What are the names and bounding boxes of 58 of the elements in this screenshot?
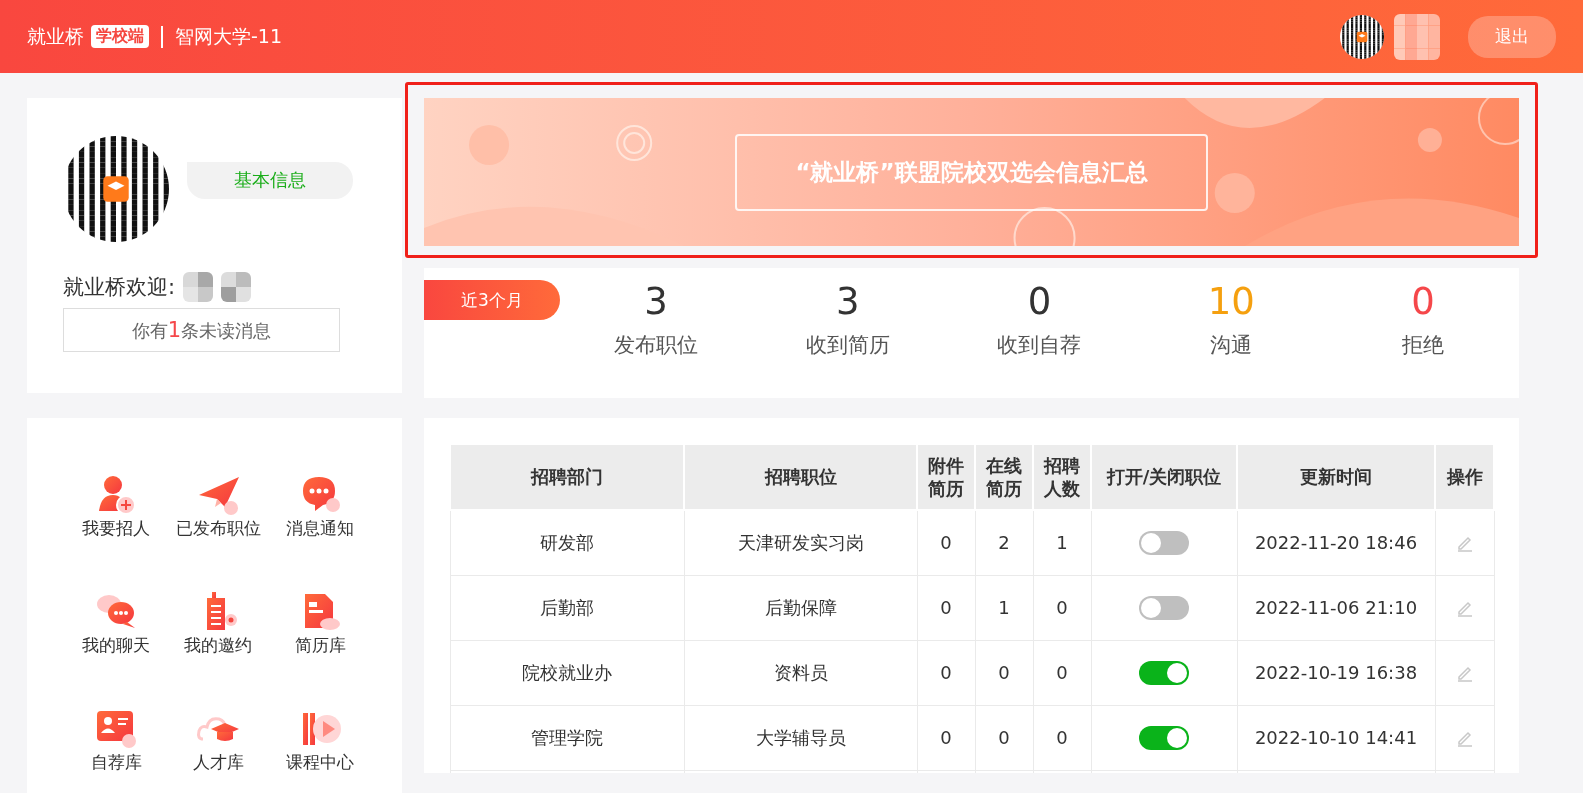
- menu-item[interactable]: 人才库: [167, 707, 269, 793]
- column-header: 操作: [1435, 444, 1494, 510]
- table-cell: 大学辅导员: [684, 705, 917, 770]
- table-cell: 2022-10-10 14:41: [1237, 705, 1435, 770]
- stat-value: 10: [1207, 280, 1255, 323]
- column-header: 更新时间: [1237, 444, 1435, 510]
- menu-item[interactable]: 消息通知: [269, 473, 371, 590]
- menu-item[interactable]: 我的邀约: [167, 590, 269, 707]
- unread-messages-link[interactable]: 你有1条未读消息: [63, 308, 340, 352]
- table-cell: 院校就业办: [450, 640, 684, 705]
- stat-label: 拒绝: [1402, 332, 1445, 359]
- table-cell: 后勤保障: [684, 575, 917, 640]
- stat-value: 3: [644, 280, 668, 323]
- stat-label: 收到简历: [805, 332, 890, 359]
- stat-value: 0: [1411, 280, 1435, 323]
- table-cell: 1: [1033, 510, 1091, 575]
- menu-item[interactable]: 已发布职位: [167, 473, 269, 590]
- table-cell: 2022-11-06 21:10: [1237, 575, 1435, 640]
- table-cell: 0: [917, 705, 975, 770]
- banner-title: “就业桥”联盟院校双选会信息汇总: [735, 133, 1208, 211]
- table-cell: 0: [917, 575, 975, 640]
- table-cell: 研发部: [450, 510, 684, 575]
- menu-item[interactable]: 自荐库: [65, 707, 167, 793]
- table-cell: 资料员: [684, 640, 917, 705]
- table-cell: 2: [975, 510, 1033, 575]
- column-header: 招聘部门: [450, 444, 684, 510]
- table-cell: 0: [1033, 705, 1091, 770]
- column-header: 附件简历: [917, 444, 975, 510]
- stat-value: 3: [835, 280, 860, 323]
- school-name: 智网大学-11: [175, 23, 283, 49]
- column-header: 招聘人数: [1033, 444, 1091, 510]
- welcome-text: 就业桥欢迎:: [63, 274, 176, 301]
- table-cell: 0: [1033, 640, 1091, 705]
- column-header: 打开/关闭职位: [1091, 444, 1237, 510]
- stat-label: 沟通: [1210, 332, 1253, 359]
- stat-value: 0: [1027, 280, 1052, 323]
- menu-item[interactable]: 课程中心: [269, 707, 371, 793]
- table-cell: 2022-11-20 18:46: [1237, 510, 1435, 575]
- table-cell: 管理学院: [450, 705, 684, 770]
- role-badge: 学校端: [91, 25, 149, 48]
- column-header: 招聘职位: [684, 444, 917, 510]
- table-cell: 天津研发实习岗: [684, 510, 917, 575]
- table-cell: 0: [975, 640, 1033, 705]
- table-cell: 后勤部: [450, 575, 684, 640]
- table-cell: 0: [975, 705, 1033, 770]
- table-cell: 2022-10-19 16:38: [1237, 640, 1435, 705]
- column-header: 在线简历: [975, 444, 1033, 510]
- brand-name: 就业桥: [27, 23, 84, 49]
- menu-item[interactable]: 简历库: [269, 590, 371, 707]
- menu-item[interactable]: 我的聊天: [65, 590, 167, 707]
- table-cell: 0: [917, 640, 975, 705]
- period-tag: 近3个月: [424, 280, 560, 320]
- stat-label: 收到自荐: [997, 332, 1082, 359]
- table-cell: 0: [917, 510, 975, 575]
- menu-item[interactable]: 我要招人: [65, 473, 167, 590]
- table-cell: 0: [1033, 575, 1091, 640]
- table-cell: 1: [975, 575, 1033, 640]
- stat-label: 发布职位: [613, 332, 698, 359]
